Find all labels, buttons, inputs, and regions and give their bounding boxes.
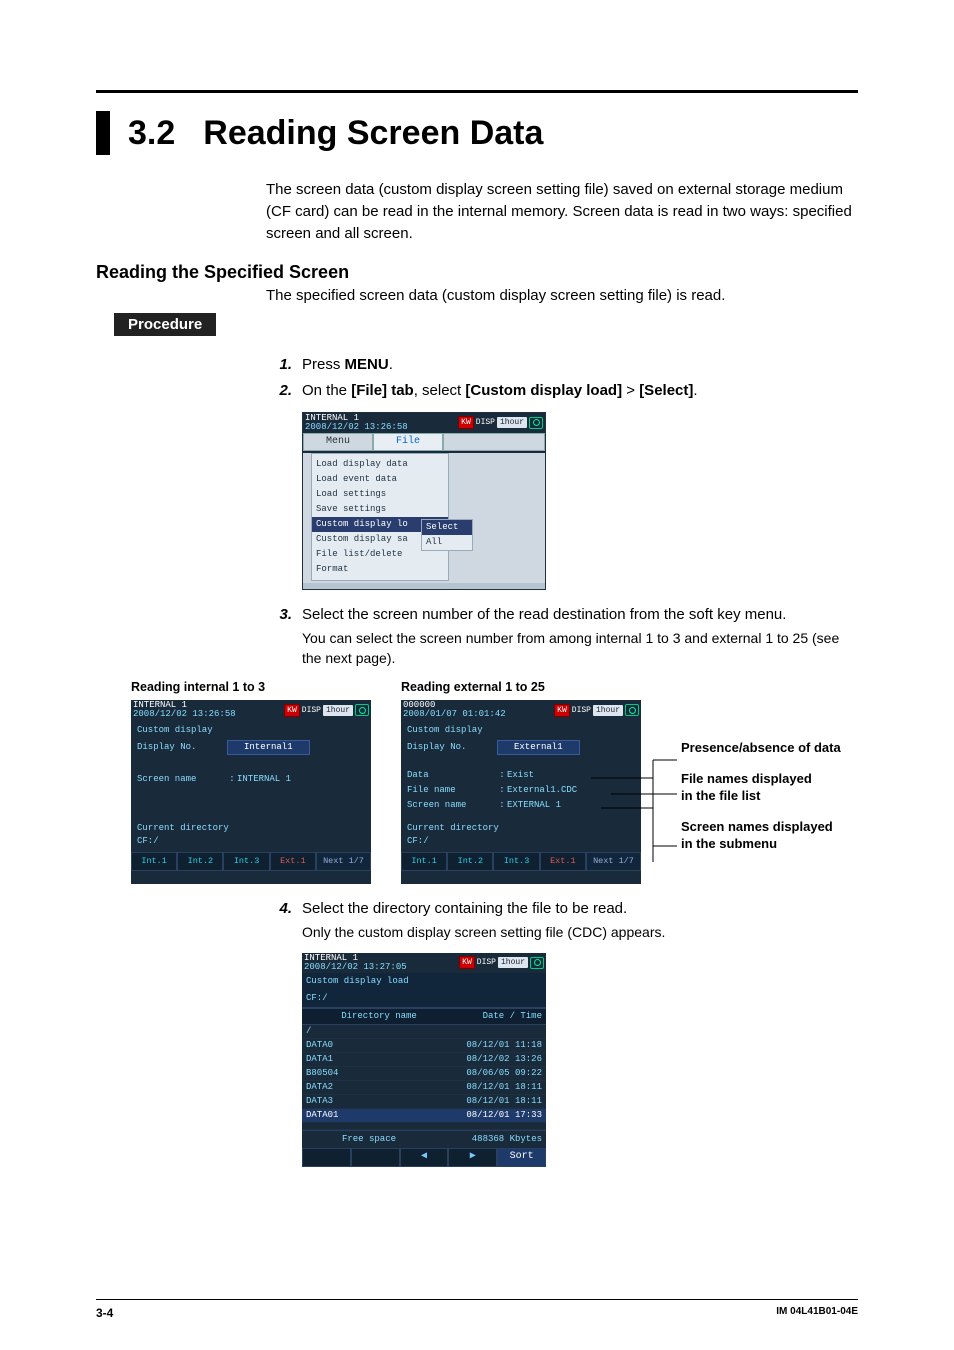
disp-chip: KW: [459, 956, 475, 970]
document-id: IM 04L41B01-04E: [776, 1306, 858, 1320]
free-space-label: Free space: [306, 1133, 432, 1146]
disp-chip: KW: [554, 704, 570, 718]
softkey[interactable]: Int.2: [177, 852, 223, 870]
nav-right[interactable]: ▶: [448, 1148, 497, 1167]
screen-subtitle: Custom display load: [302, 973, 546, 990]
screenshot-external: 000000 2008/01/07 01:01:42 KW DISP 1hour…: [401, 700, 641, 884]
nav-blank: [351, 1148, 400, 1167]
table-row[interactable]: B8050408/06/05 09:22: [302, 1067, 546, 1081]
table-row[interactable]: DATA208/12/01 18:11: [302, 1081, 546, 1095]
step-number: 1.: [266, 354, 292, 376]
softkey[interactable]: Int.2: [447, 852, 493, 870]
disp-chip: KW: [458, 416, 474, 430]
panel-b-title: Reading external 1 to 25: [401, 678, 641, 696]
softkey[interactable]: Int.3: [493, 852, 539, 870]
section-title: Reading Screen Data: [203, 114, 543, 153]
col-date-time: Date / Time: [452, 1010, 542, 1023]
annotation-presence: Presence/absence of data: [681, 740, 881, 757]
section-bar: [96, 111, 110, 155]
softkey-next[interactable]: Next 1/7: [316, 852, 371, 870]
softkey[interactable]: Ext.1: [540, 852, 586, 870]
submenu-select[interactable]: Select: [422, 520, 472, 535]
annotation-screennames: Screen names displayedin the submenu: [681, 819, 881, 853]
clock-icon: [530, 957, 544, 969]
step-3: Select the screen number of the read des…: [302, 604, 858, 668]
table-row[interactable]: DATA0108/12/01 17:33: [302, 1109, 546, 1123]
step-2: On the [File] tab, select [Custom displa…: [302, 380, 858, 402]
tab-menu[interactable]: Menu: [303, 433, 373, 452]
clock-icon: [355, 704, 369, 716]
softkey[interactable]: Int.1: [401, 852, 447, 870]
screenshot-directory: INTERNAL 1 2008/12/02 13:27:05 KW DISP 1…: [302, 953, 546, 1167]
free-space-value: 488368 Kbytes: [432, 1133, 542, 1146]
hour-chip: 1hour: [497, 417, 527, 429]
panel-a-title: Reading internal 1 to 3: [131, 678, 371, 696]
file-menu-popup: Load display data Load event data Load s…: [311, 453, 449, 581]
file-name-value: External1.CDC: [507, 784, 577, 797]
step-4: Select the directory containing the file…: [302, 898, 858, 942]
col-directory-name: Directory name: [306, 1010, 452, 1023]
page-number: 3-4: [96, 1306, 113, 1320]
nav-sort[interactable]: Sort: [497, 1148, 546, 1167]
screenshot-file-menu: INTERNAL 1 2008/12/02 13:26:58 KW DISP 1…: [302, 412, 546, 591]
softkey-next[interactable]: Next 1/7: [586, 852, 641, 870]
menu-item[interactable]: Format: [316, 562, 444, 577]
section-heading: 3.2 Reading Screen Data: [96, 111, 858, 155]
table-row[interactable]: DATA308/12/01 18:11: [302, 1095, 546, 1109]
screenshot-internal: INTERNAL 1 2008/12/02 13:26:58 KW DISP 1…: [131, 700, 371, 884]
table-row[interactable]: DATA108/12/02 13:26: [302, 1053, 546, 1067]
intro-paragraph: The screen data (custom display screen s…: [266, 179, 858, 244]
data-value: Exist: [507, 769, 534, 782]
step-number: 3.: [266, 604, 292, 668]
step-1: Press MENU.: [302, 354, 858, 376]
step-number: 2.: [266, 380, 292, 402]
table-row[interactable]: /: [302, 1025, 546, 1039]
menu-item[interactable]: Load event data: [316, 472, 444, 487]
menu-item[interactable]: Save settings: [316, 502, 444, 517]
tab-file[interactable]: File: [373, 433, 443, 452]
subheading: Reading the Specified Screen: [96, 262, 858, 283]
current-path: CF:/: [302, 990, 546, 1008]
section-number: 3.2: [128, 114, 175, 153]
step-number: 4.: [266, 898, 292, 942]
softkey[interactable]: Int.1: [131, 852, 177, 870]
table-row[interactable]: DATA008/12/01 11:18: [302, 1039, 546, 1053]
nav-blank: [302, 1148, 351, 1167]
display-no-button[interactable]: Internal1: [227, 740, 310, 755]
softkey[interactable]: Int.3: [223, 852, 269, 870]
submenu-popup: Select All: [421, 519, 473, 551]
annotation-filenames: File names displayedin the file list: [681, 771, 881, 805]
disp-chip: KW: [284, 704, 300, 718]
menu-item[interactable]: Load display data: [316, 457, 444, 472]
clock-icon: [625, 704, 639, 716]
clock-icon: [529, 417, 543, 429]
timestamp: 2008/12/02 13:26:58: [305, 423, 408, 432]
menu-item[interactable]: Load settings: [316, 487, 444, 502]
softkey-bar: Int.1 Int.2 Int.3 Ext.1 Next 1/7: [131, 852, 371, 870]
display-no-button[interactable]: External1: [497, 740, 580, 755]
procedure-label: Procedure: [114, 313, 216, 336]
submenu-all[interactable]: All: [422, 535, 472, 550]
nav-left[interactable]: ◀: [400, 1148, 449, 1167]
screen-name-value: EXTERNAL 1: [507, 799, 561, 812]
softkey-bar: Int.1 Int.2 Int.3 Ext.1 Next 1/7: [401, 852, 641, 870]
disp-label: DISP: [476, 417, 495, 429]
subheading-text: The specified screen data (custom displa…: [266, 285, 858, 307]
softkey[interactable]: Ext.1: [270, 852, 316, 870]
